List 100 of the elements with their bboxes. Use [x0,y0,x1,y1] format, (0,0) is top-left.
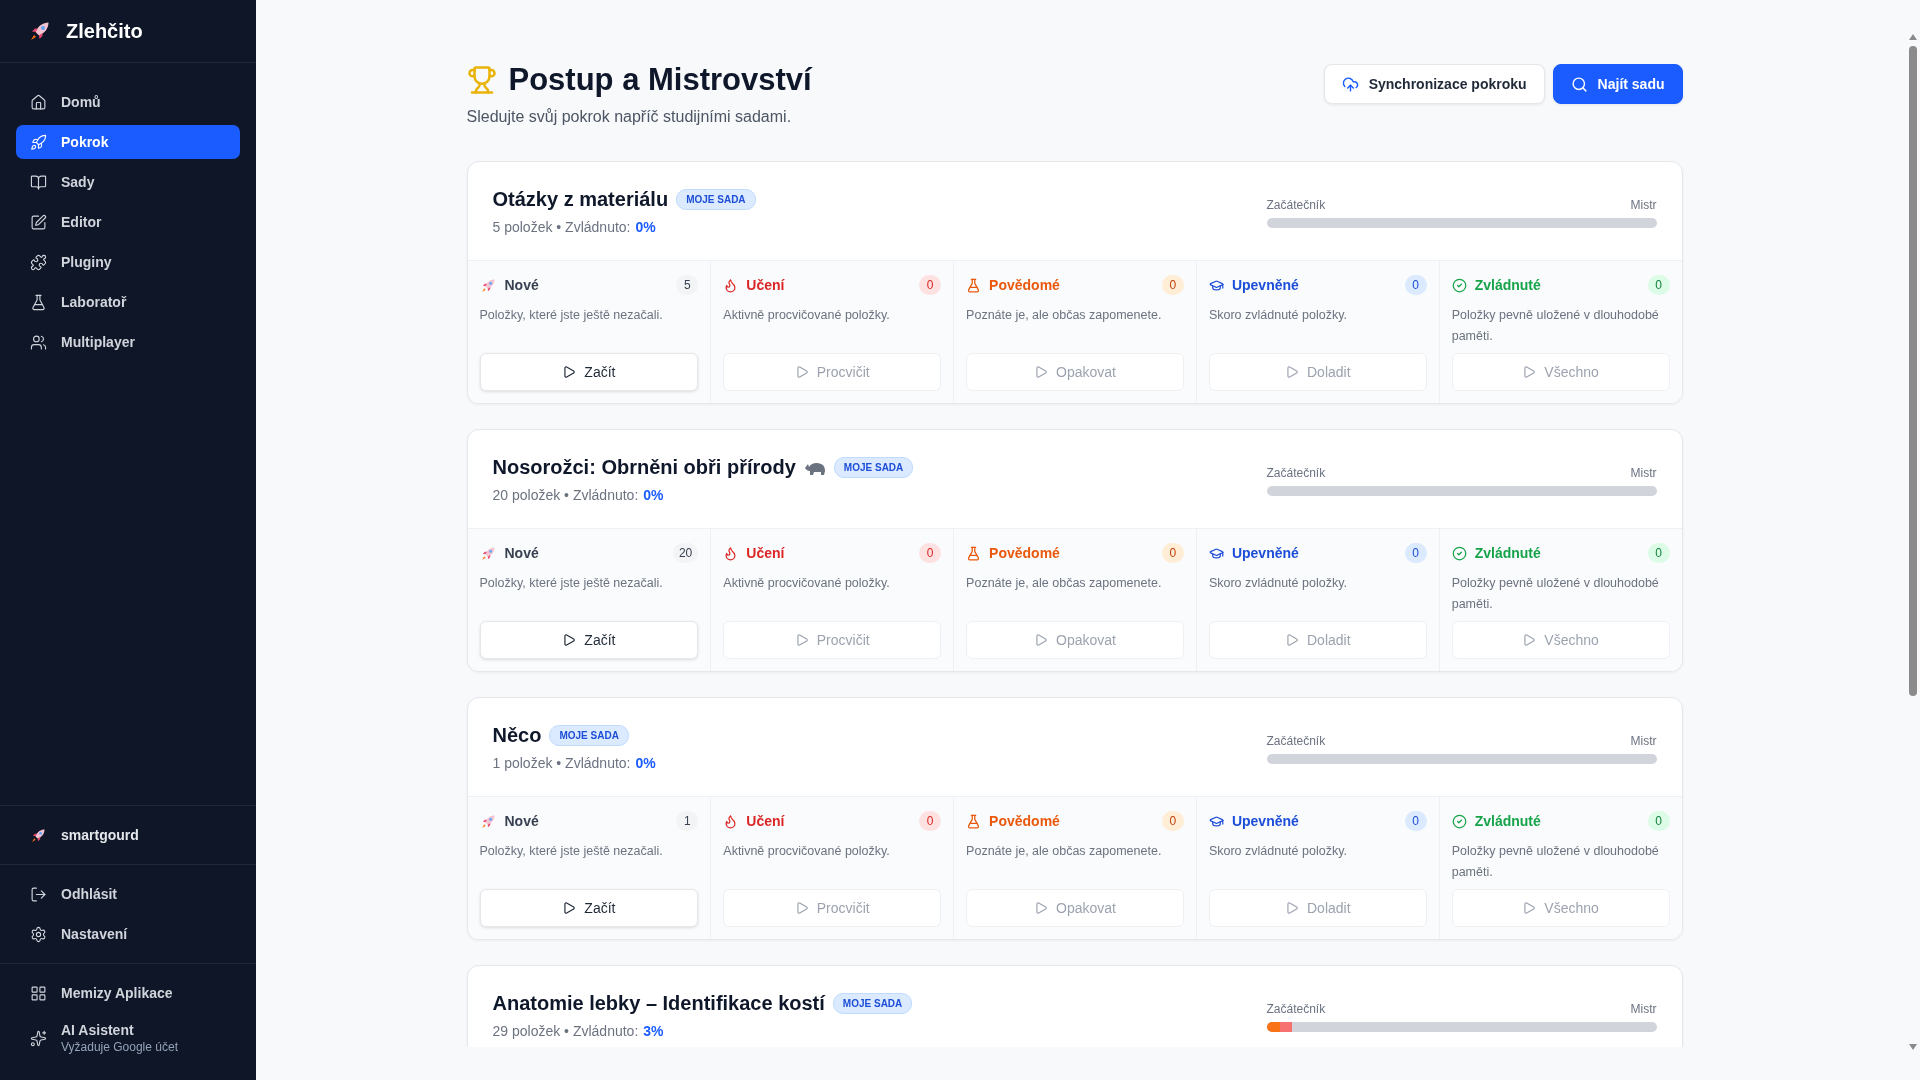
progress-end-label: Mistr [1630,198,1657,212]
nav-item[interactable]: Pluginy [16,245,240,279]
app-link[interactable]: AI Asistent Vyžaduje Google účet [16,1016,240,1060]
account-link[interactable]: Odhlásit [16,877,240,911]
app-link[interactable]: Memizy Aplikace [16,976,240,1010]
user-name: smartgourd [61,827,139,843]
set-title: Nosorožci: Obrněni obři přírody [492,456,796,479]
pencil-icon [30,213,47,231]
stage-description: Položky, které jste ještě nezačali. [479,575,664,592]
play-icon [1522,365,1537,379]
page-title: Postup a Mistrovství [508,62,812,98]
stage-button[interactable]: Začít [479,621,699,659]
stage-button[interactable]: Začít [479,889,699,927]
set-title: Otázky z materiálu [492,188,669,211]
stage-count: 5 [676,275,699,295]
play-icon [1285,901,1299,915]
flask-icon [30,293,47,311]
stage-count: 0 [1161,275,1184,295]
stage-count: 0 [1161,811,1184,831]
stage-label: Upevněné [1231,277,1299,293]
mastered-percent: 0% [643,487,664,503]
stage-description: Položky pevně uložené v dlouhodobé paměti. [1451,575,1660,613]
account-link[interactable]: Nastavení [16,917,240,951]
mastered-percent: 3% [643,1023,664,1039]
stage-count: 0 [1647,811,1670,831]
grid-icon [30,984,47,1002]
stage-label: Povědomé [989,277,1060,293]
play-icon [1285,633,1299,647]
scrollbar-thumb[interactable] [1908,46,1917,696]
rocket-icon [30,826,47,844]
stage-count: 1 [676,811,699,831]
stage-count: 0 [1404,275,1427,295]
nav-item[interactable]: Multiplayer [16,325,240,359]
progress-start-label: Začátečník [1266,198,1326,212]
sync-button[interactable]: Synchronizace pokroku [1323,64,1545,104]
rocket-icon [479,276,497,294]
trophy-icon [466,65,497,95]
scroll-up-icon[interactable] [1908,34,1917,40]
set-summary: 20 položek • Zvládnuto: [492,487,639,503]
set-badge: MOJE SADA [549,725,629,746]
check-circle-icon [1451,545,1467,561]
progress-start-label: Začátečník [1266,466,1326,480]
stage-description: Poznáte je, ale občas zapomenete. [966,843,1163,860]
play-icon [1285,365,1299,379]
stage-count: 0 [919,543,942,563]
flask-icon [966,813,982,829]
stage-button[interactable]: Začít [479,353,699,391]
mastered-percent: 0% [635,219,656,235]
progress-start-label: Začátečník [1266,1002,1326,1016]
nav-item[interactable]: Sady [16,165,240,199]
stage-count: 0 [919,811,942,831]
set-summary: 5 položek • Zvládnuto: [492,219,631,235]
graduation-cap-icon [1208,545,1224,561]
stage-description: Aktivně procvičované položky. [723,575,891,592]
mastered-percent: 0% [635,755,656,771]
rocket-icon [30,133,47,151]
stage-description: Položky pevně uložené v dlouhodobé paměti. [1451,843,1660,881]
set-badge: MOJE SADA [833,457,914,478]
play-icon [794,901,809,915]
play-icon [562,901,577,915]
play-icon [794,365,809,379]
progress-end-label: Mistr [1630,1002,1657,1016]
app-link-label: AI Asistent [61,1022,135,1038]
stage-label: Učení [746,813,785,829]
nav-item[interactable]: Laboratoř [16,285,240,319]
graduation-cap-icon [1208,813,1224,829]
nav-item[interactable]: Pokrok [16,125,240,159]
stage-count: 0 [1647,275,1670,295]
scroll-down-icon[interactable] [1908,1044,1917,1050]
stage-description: Poznáte je, ale občas zapomenete. [966,575,1163,592]
stage-count: 0 [1404,543,1427,563]
stage-label: Zvládnuté [1474,277,1541,293]
stage-label: Zvládnuté [1474,813,1541,829]
stage-label: Upevněné [1231,545,1299,561]
settings-icon [30,925,47,943]
stage-label: Nové [504,545,539,561]
nav-item[interactable]: Editor [16,205,240,239]
stage-description: Položky, které jste ještě nezačali. [479,307,664,324]
stage-label: Povědomé [989,813,1060,829]
stage-description: Aktivně procvičované položky. [723,843,891,860]
stage-description: Aktivně procvičované položky. [723,307,891,324]
play-icon [1522,633,1537,647]
find-set-button[interactable]: Najít sadu [1552,64,1683,104]
set-badge: MOJE SADA [832,993,913,1014]
cloud-upload-icon [1341,75,1359,93]
stage-label: Povědomé [989,545,1060,561]
sparkles-icon [30,1029,47,1047]
play-icon [794,633,809,647]
graduation-cap-icon [1208,277,1224,293]
set-title: Něco [492,724,542,747]
stage-description: Skoro zvládnuté položky. [1208,307,1348,324]
play-icon [562,633,577,647]
app-logo: Zlehčito [66,19,143,43]
book-icon [30,173,47,191]
logout-icon [30,885,47,903]
check-circle-icon [1451,277,1467,293]
puzzle-icon [30,253,47,271]
play-icon [1034,365,1048,379]
nav-item[interactable]: Domů [16,85,240,119]
stage-description: Položky pevně uložené v dlouhodobé paměti. [1451,307,1660,345]
